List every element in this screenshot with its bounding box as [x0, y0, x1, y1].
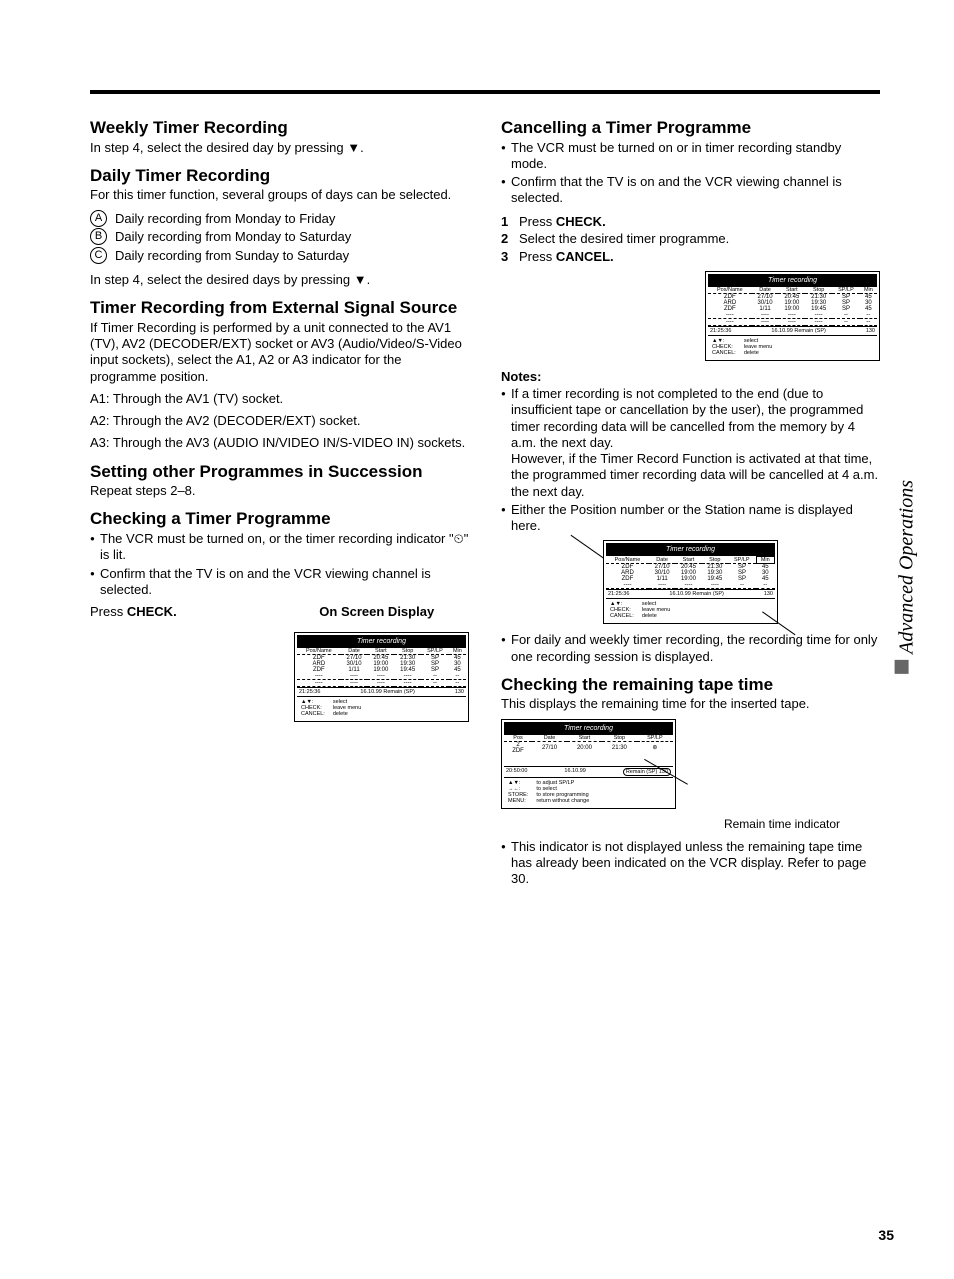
cancel-b2: Confirm that the TV is on and the VCR vi…: [501, 174, 880, 207]
heading-succession: Setting other Programmes in Succession: [90, 462, 469, 482]
osd-notes: Timer recording Pos/NameDate StartStop S…: [603, 540, 778, 624]
cancel-b1: The VCR must be turned on or in timer re…: [501, 140, 880, 173]
page-number: 35: [878, 1227, 894, 1243]
external-body: If Timer Recording is performed by a uni…: [90, 320, 469, 385]
checking-b2: Confirm that the TV is on and the VCR vi…: [90, 566, 469, 599]
daily-opt-a: Daily recording from Monday to Friday: [115, 210, 335, 229]
cancel-step2: Select the desired timer programme.: [519, 230, 729, 248]
heading-tape: Checking the remaining tape time: [501, 675, 880, 695]
tape-b1: This indicator is not displayed unless t…: [501, 839, 880, 888]
weekly-body: In step 4, select the desired day by pre…: [90, 140, 469, 156]
external-a3: A3: Through the AV3 (AUDIO IN/VIDEO IN/S…: [90, 435, 469, 451]
remain-caption: Remain time indicator: [501, 817, 880, 831]
osd-tape: Timer recording PosDate StartStop SP/LP …: [501, 719, 676, 809]
circle-b-icon: B: [90, 228, 107, 245]
circle-a-icon: A: [90, 210, 107, 227]
daily-opt-c: Daily recording from Sunday to Saturday: [115, 247, 349, 266]
press-check: Press CHECK.: [90, 604, 275, 620]
circle-c-icon: C: [90, 247, 107, 264]
heading-weekly: Weekly Timer Recording: [90, 118, 469, 138]
daily-opt-b: Daily recording from Monday to Saturday: [115, 228, 351, 247]
heading-daily: Daily Timer Recording: [90, 166, 469, 186]
notes-heading: Notes:: [501, 369, 880, 384]
top-rule: [90, 90, 880, 94]
daily-intro: For this timer function, several groups …: [90, 187, 469, 203]
heading-cancel: Cancelling a Timer Programme: [501, 118, 880, 138]
note-3: For daily and weekly timer recording, th…: [501, 632, 880, 665]
right-column: Cancelling a Timer Programme The VCR mus…: [501, 108, 880, 893]
external-a2: A2: Through the AV2 (DECODER/EXT) socket…: [90, 413, 469, 429]
daily-tail: In step 4, select the desired days by pr…: [90, 272, 469, 288]
osd-check: Timer recording Pos/NameDate StartStop S…: [294, 632, 469, 722]
side-tab: Advanced Operations: [895, 480, 919, 674]
cancel-step1: Press CHECK.: [519, 213, 606, 231]
checking-b1: The VCR must be turned on, or the timer …: [90, 531, 469, 564]
daily-options: A Daily recording from Monday to Friday B…: [90, 210, 469, 267]
heading-checking: Checking a Timer Programme: [90, 509, 469, 529]
note-1: If a timer recording is not completed to…: [501, 386, 880, 500]
external-a1: A1: Through the AV1 (TV) socket.: [90, 391, 469, 407]
left-column: Weekly Timer Recording In step 4, select…: [90, 108, 469, 893]
note-2: Either the Position number or the Statio…: [501, 502, 880, 535]
osd-label: On Screen Display: [285, 604, 470, 619]
succession-body: Repeat steps 2–8.: [90, 483, 469, 499]
osd-cancel: Timer recording Pos/NameDate StartStop S…: [705, 271, 880, 361]
tape-intro: This displays the remaining time for the…: [501, 696, 880, 712]
osd-title: Timer recording: [297, 635, 466, 648]
cancel-step3: Press CANCEL.: [519, 248, 614, 266]
heading-external: Timer Recording from External Signal Sou…: [90, 298, 469, 318]
